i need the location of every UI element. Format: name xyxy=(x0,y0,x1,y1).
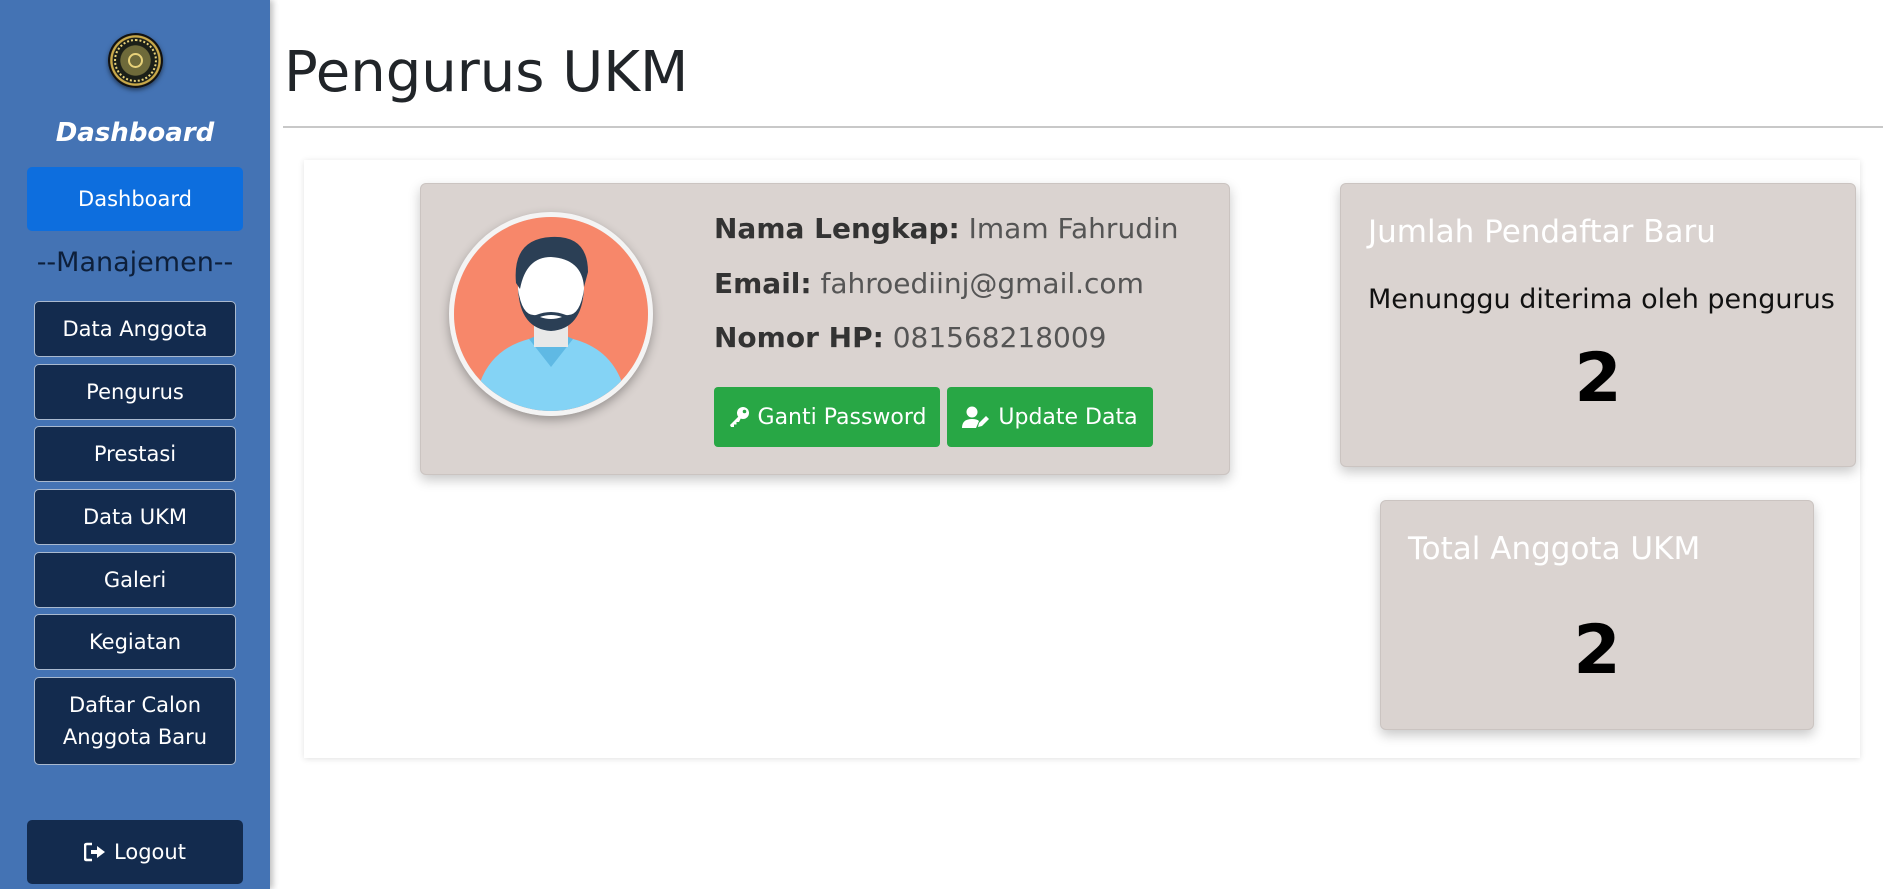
user-edit-icon xyxy=(962,406,990,428)
sidebar-item-label: Dashboard xyxy=(78,187,192,211)
logout-button[interactable]: Logout xyxy=(27,820,243,884)
section-label-manajemen: --Manajemen-- xyxy=(36,247,234,278)
logout-label: Logout xyxy=(114,840,186,864)
sidebar-item-label: Data UKM xyxy=(82,505,188,529)
new-applicants-title: Jumlah Pendaftar Baru xyxy=(1368,214,1716,250)
change-password-button[interactable]: Ganti Password xyxy=(714,387,940,447)
sidebar-item-label: Galeri xyxy=(103,568,167,592)
profile-name-line: Nama Lengkap: Imam Fahrudin xyxy=(714,212,1179,245)
update-data-label: Update Data xyxy=(998,404,1138,430)
total-members-count: 2 xyxy=(1573,611,1621,690)
title-divider xyxy=(283,126,1883,128)
sign-out-icon xyxy=(84,842,106,862)
new-applicants-card: Jumlah Pendaftar Baru Menunggu diterima … xyxy=(1340,183,1856,467)
sidebar-item-pengurus[interactable]: Pengurus xyxy=(34,364,236,420)
email-label: Email: xyxy=(714,267,812,300)
sidebar-item-label: Data Anggota xyxy=(62,317,208,341)
sidebar-item-label: Daftar Calon Anggota Baru xyxy=(62,693,208,749)
sidebar-item-prestasi[interactable]: Prestasi xyxy=(34,426,236,482)
profile-email-line: Email: fahroediinj@gmail.com xyxy=(714,267,1144,300)
phone-value: 081568218009 xyxy=(892,321,1107,354)
profile-phone-line: Nomor HP: 081568218009 xyxy=(714,321,1106,354)
sidebar-item-galeri[interactable]: Galeri xyxy=(34,552,236,608)
new-applicants-subtitle: Menunggu diterima oleh pengurus xyxy=(1368,284,1835,315)
sidebar-item-data-anggota[interactable]: Data Anggota xyxy=(34,301,236,357)
total-members-card: Total Anggota UKM 2 xyxy=(1380,500,1814,730)
avatar xyxy=(449,212,653,416)
update-data-button[interactable]: Update Data xyxy=(947,387,1153,447)
phone-label: Nomor HP: xyxy=(714,321,884,354)
ukm-logo xyxy=(108,33,163,88)
sidebar-title: Dashboard xyxy=(55,118,215,148)
profile-card: Nama Lengkap: Imam Fahrudin Email: fahro… xyxy=(420,183,1230,475)
sidebar-item-daftar-calon-anggota-baru[interactable]: Daftar Calon Anggota Baru xyxy=(34,677,236,765)
page-title: Pengurus UKM xyxy=(284,40,689,105)
email-value: fahroediinj@gmail.com xyxy=(820,267,1144,300)
sidebar-item-kegiatan[interactable]: Kegiatan xyxy=(34,614,236,670)
total-members-title: Total Anggota UKM xyxy=(1408,531,1701,567)
sidebar-item-dashboard[interactable]: Dashboard xyxy=(27,167,243,231)
sidebar-item-label: Prestasi xyxy=(93,442,177,466)
key-icon xyxy=(729,407,749,427)
change-password-label: Ganti Password xyxy=(757,404,927,430)
sidebar: Dashboard Dashboard --Manajemen-- Data A… xyxy=(0,0,270,889)
name-label: Nama Lengkap: xyxy=(714,212,960,245)
sidebar-item-label: Kegiatan xyxy=(88,630,182,654)
new-applicants-count: 2 xyxy=(1574,339,1622,418)
sidebar-item-data-ukm[interactable]: Data UKM xyxy=(34,489,236,545)
sidebar-item-label: Pengurus xyxy=(86,380,184,404)
name-value: Imam Fahrudin xyxy=(968,212,1179,245)
